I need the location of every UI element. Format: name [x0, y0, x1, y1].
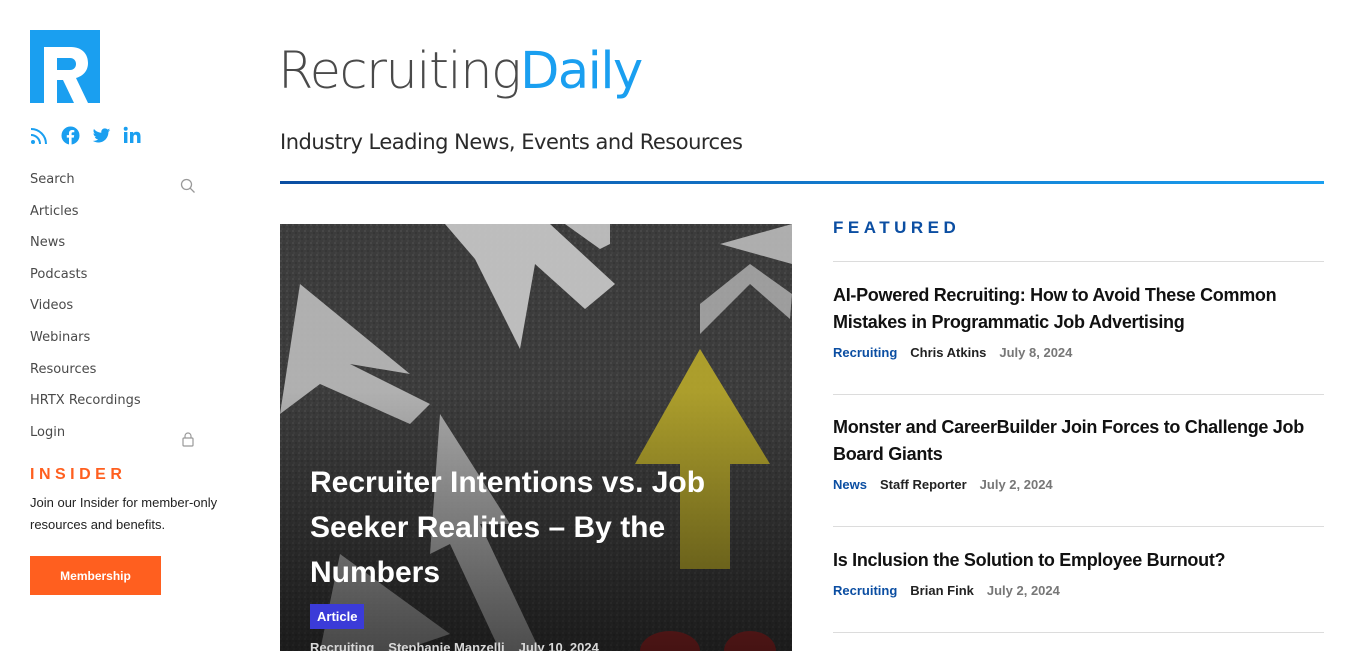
rss-icon[interactable] — [30, 126, 49, 145]
site-logo[interactable] — [30, 30, 100, 103]
facebook-icon[interactable] — [61, 126, 80, 145]
featured-item-title[interactable]: Monster and CareerBuilder Join Forces to… — [833, 414, 1313, 468]
insider-heading: INSIDER — [30, 466, 127, 483]
membership-button[interactable]: Membership — [30, 556, 161, 595]
featured-item-date: July 2, 2024 — [979, 477, 1053, 492]
sidebar-item-label: Resources — [30, 361, 97, 377]
twitter-icon[interactable] — [92, 126, 111, 145]
wordmark-daily: Daily — [520, 42, 643, 101]
insider-description: Join our Insider for member-only resourc… — [30, 495, 218, 532]
site-tagline: Industry Leading News, Events and Resour… — [280, 130, 743, 154]
sidebar-item-hrtx-recordings[interactable]: HRTX Recordings — [30, 391, 200, 423]
sidebar-item-label: News — [30, 235, 66, 251]
hero-article-card[interactable]: Recruiter Intentions vs. Job Seeker Real… — [280, 224, 792, 651]
search-icon[interactable] — [180, 178, 196, 194]
article-badge[interactable]: Article — [310, 604, 365, 629]
sidebar-item-login[interactable]: Login — [30, 423, 200, 455]
sidebar-item-search[interactable]: Search — [30, 170, 200, 202]
hero-date: July 10, 2024 — [518, 640, 599, 651]
featured-item-date: July 2, 2024 — [986, 583, 1060, 598]
featured-heading: FEATURED — [833, 218, 961, 237]
featured-divider — [833, 261, 1324, 262]
featured-item-meta: Recruiting Chris Atkins July 8, 2024 — [833, 345, 1313, 360]
sidebar-item-articles[interactable]: Articles — [30, 202, 200, 234]
site-wordmark[interactable]: RecruitingDaily — [278, 40, 643, 104]
hero-author[interactable]: Stephanie Manzelli — [388, 640, 504, 651]
sidebar-item-videos[interactable]: Videos — [30, 296, 200, 328]
featured-item-category[interactable]: Recruiting — [833, 583, 897, 598]
featured-item-title[interactable]: Is Inclusion the Solution to Employee Bu… — [833, 547, 1313, 574]
featured-item-author[interactable]: Staff Reporter — [880, 477, 967, 492]
sidebar-item-label: Videos — [30, 298, 74, 314]
sidebar-item-podcasts[interactable]: Podcasts — [30, 265, 200, 297]
hero-category[interactable]: Recruiting — [310, 640, 374, 651]
featured-item[interactable]: Is Inclusion the Solution to Employee Bu… — [833, 547, 1313, 598]
hero-meta: Recruiting Stephanie Manzelli July 10, 2… — [310, 640, 599, 651]
featured-item-category[interactable]: Recruiting — [833, 345, 897, 360]
featured-divider — [833, 632, 1324, 633]
featured-item[interactable]: Monster and CareerBuilder Join Forces to… — [833, 414, 1313, 492]
featured-item-title[interactable]: AI-Powered Recruiting: How to Avoid Thes… — [833, 282, 1313, 336]
header-divider — [280, 181, 1324, 184]
sidebar-nav: Search Articles News Podcasts Videos Web… — [30, 170, 200, 454]
featured-divider — [833, 394, 1324, 395]
featured-divider — [833, 526, 1324, 527]
wordmark-recruiting: Recruiting — [278, 42, 522, 101]
sidebar-item-news[interactable]: News — [30, 233, 200, 265]
sidebar-item-label: Login — [30, 424, 66, 440]
sidebar-item-label: Podcasts — [30, 266, 88, 282]
hero-title[interactable]: Recruiter Intentions vs. Job Seeker Real… — [310, 460, 750, 595]
sidebar-item-label: HRTX Recordings — [30, 393, 141, 409]
lock-icon — [180, 431, 196, 447]
featured-item-date: July 8, 2024 — [999, 345, 1073, 360]
featured-item-category[interactable]: News — [833, 477, 867, 492]
featured-item-author[interactable]: Brian Fink — [910, 583, 974, 598]
social-links — [30, 126, 142, 145]
sidebar-item-webinars[interactable]: Webinars — [30, 328, 200, 360]
featured-item-meta: News Staff Reporter July 2, 2024 — [833, 477, 1313, 492]
featured-item-author[interactable]: Chris Atkins — [910, 345, 986, 360]
featured-item-meta: Recruiting Brian Fink July 2, 2024 — [833, 583, 1313, 598]
featured-item[interactable]: AI-Powered Recruiting: How to Avoid Thes… — [833, 282, 1313, 360]
sidebar-item-label: Webinars — [30, 329, 91, 345]
logo-r-icon — [30, 30, 100, 103]
sidebar-item-label: Search — [30, 172, 75, 187]
sidebar-item-resources[interactable]: Resources — [30, 360, 200, 392]
sidebar-item-label: Articles — [30, 203, 79, 219]
linkedin-icon[interactable] — [123, 126, 142, 145]
